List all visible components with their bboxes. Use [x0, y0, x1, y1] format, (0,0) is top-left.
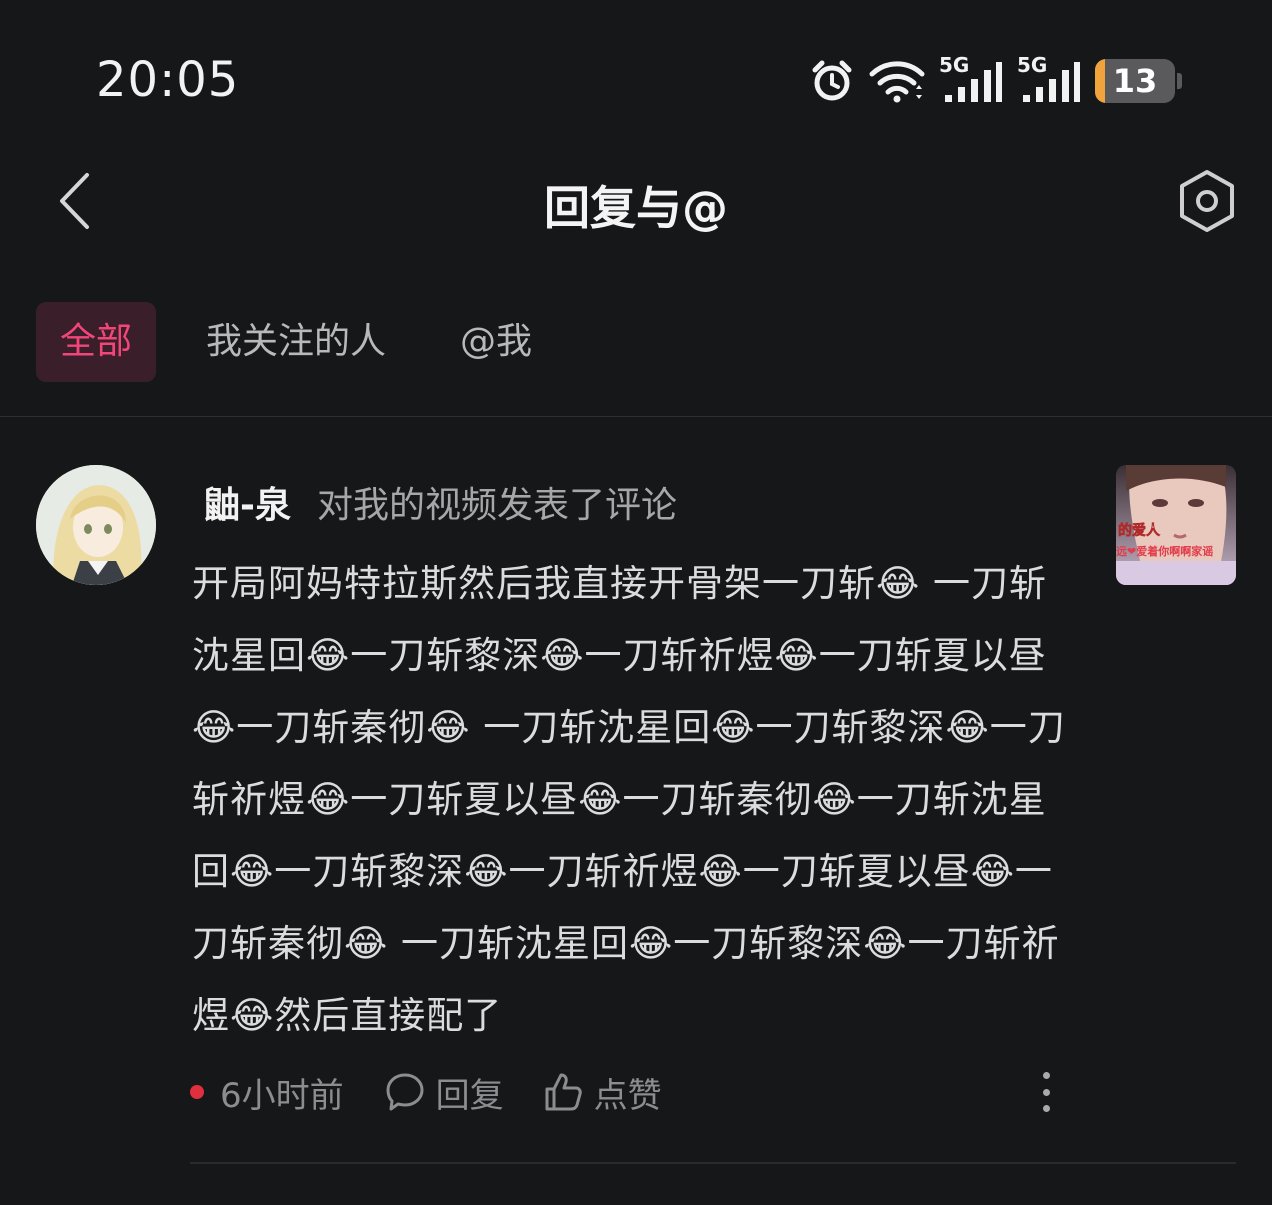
comment-text: 开局阿妈特拉斯然后我直接开骨架一刀斩😂 一刀斩沈星回😂一刀斩黎深😂一刀斩祈煜😂一… — [192, 562, 1066, 1037]
settings-button[interactable] — [1174, 166, 1240, 236]
battery-body: 13 — [1095, 59, 1175, 103]
tab-bar: 全部 我关注的人 @我 — [36, 302, 582, 382]
avatar[interactable] — [36, 465, 156, 585]
comment-bubble-icon — [386, 1073, 424, 1111]
reply-button[interactable]: 回复 — [384, 1068, 504, 1117]
action-text: 对我的视频发表了评论 — [316, 485, 677, 526]
signal-1: 5G — [939, 53, 1003, 105]
signal-2: 5G — [1017, 53, 1081, 105]
more-dot — [1042, 1072, 1050, 1079]
alarm-icon — [812, 60, 852, 101]
tabs-divider — [0, 416, 1272, 417]
battery-level: 13 — [1112, 62, 1158, 100]
replies-page: 20:05 5G 5G 13 回复与@ 全部 我关注的人 @我 鼬-泉 对我的视… — [0, 0, 1272, 1205]
avatar-image — [36, 465, 156, 585]
comment-time: 6小时前 — [220, 1075, 344, 1116]
more-dot — [1042, 1088, 1050, 1096]
unread-dot — [190, 1085, 204, 1099]
thumbnail-image: 的爱人 远❤爱着你啊啊家谣 — [1116, 465, 1236, 585]
tab-all[interactable]: 全部 — [36, 302, 157, 382]
wifi-icon — [869, 61, 925, 103]
thumbnail-caption-2: 远❤爱着你啊啊家谣 — [1116, 544, 1213, 558]
battery-cap — [1177, 73, 1182, 89]
status-time: 20:05 — [96, 52, 240, 108]
battery-icon: 13 — [1095, 59, 1182, 103]
item-divider — [190, 1162, 1236, 1164]
signal-icon — [945, 62, 1002, 102]
thumbnail-caption-1: 的爱人 — [1118, 522, 1161, 539]
more-options-button[interactable] — [1028, 1070, 1064, 1114]
like-button[interactable]: 点赞 — [542, 1068, 662, 1117]
tab-following[interactable]: 我关注的人 — [182, 302, 410, 382]
thumbs-up-icon — [545, 1073, 582, 1111]
status-icons: 5G 5G 13 — [809, 53, 1182, 106]
more-dot — [1042, 1105, 1050, 1112]
notification-headline: 鼬-泉 对我的视频发表了评论 — [204, 480, 677, 532]
video-thumbnail[interactable]: 的爱人 远❤爱着你啊啊家谣 — [1116, 465, 1236, 585]
tab-mentions[interactable]: @我 — [436, 302, 556, 382]
reply-label: 回复 — [435, 1075, 504, 1116]
username[interactable]: 鼬-泉 — [204, 485, 291, 526]
settings-hexagon-icon — [1180, 170, 1234, 232]
signal-icon — [1023, 62, 1080, 102]
page-title: 回复与@ — [544, 181, 728, 235]
comment-meta: 6小时前 回复 点赞 — [190, 1066, 1080, 1118]
like-label: 点赞 — [593, 1075, 662, 1116]
